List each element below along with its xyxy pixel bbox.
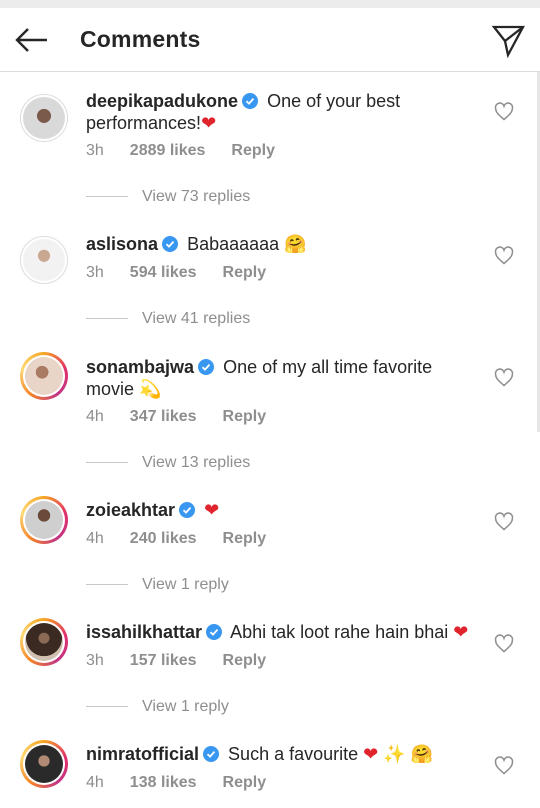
timestamp: 3h <box>86 652 104 669</box>
likes-count[interactable]: 594 likes <box>130 264 197 281</box>
emoji: 💫 <box>139 379 162 399</box>
comment-body: Babaaaaaa <box>187 234 280 254</box>
verified-badge-icon <box>162 236 179 252</box>
username[interactable]: sonambajwa <box>86 357 194 377</box>
verified-badge-icon <box>203 746 220 762</box>
view-replies-label[interactable]: View 1 reply <box>142 576 229 593</box>
heart-outline-icon[interactable] <box>494 368 514 388</box>
verified-badge-icon <box>198 359 215 375</box>
view-replies[interactable]: View 41 replies <box>86 310 250 328</box>
view-replies-label[interactable]: View 1 reply <box>142 698 229 715</box>
username[interactable]: zoieakhtar <box>86 500 175 520</box>
verified-badge-icon <box>242 93 259 109</box>
likes-count[interactable]: 2889 likes <box>130 142 206 159</box>
emoji: ❤ ✨ 🤗 <box>363 744 434 764</box>
heart-outline-icon[interactable] <box>494 102 514 122</box>
verified-badge-icon <box>179 502 196 518</box>
comment-body: Such a favourite <box>228 744 359 764</box>
likes-count[interactable]: 157 likes <box>130 652 197 669</box>
avatar[interactable] <box>20 618 68 666</box>
username[interactable]: nimratofficial <box>86 744 199 764</box>
comment-meta: 4h 347 likes Reply <box>86 408 292 426</box>
username[interactable]: deepikapadukone <box>86 91 238 111</box>
heart-outline-icon[interactable] <box>494 246 514 266</box>
comment-text: deepikapadukone One of your best perform… <box>86 90 476 134</box>
avatar[interactable] <box>20 740 68 788</box>
reply-button[interactable]: Reply <box>223 264 267 281</box>
view-replies-label[interactable]: View 13 replies <box>142 454 250 471</box>
timestamp: 4h <box>86 408 104 425</box>
timestamp: 3h <box>86 264 104 281</box>
view-replies[interactable]: View 73 replies <box>86 188 250 206</box>
divider-line <box>86 462 128 464</box>
divider-line <box>86 318 128 320</box>
reply-button[interactable]: Reply <box>223 408 267 425</box>
view-replies[interactable]: View 1 reply <box>86 576 229 594</box>
emoji: 🤗 <box>284 234 307 254</box>
direct-share-button[interactable] <box>490 22 526 59</box>
arrow-left-icon <box>15 28 47 52</box>
heart-outline-icon[interactable] <box>494 512 514 532</box>
status-strip <box>0 0 540 8</box>
comment-text: sonambajwa One of my all time favorite m… <box>86 356 476 400</box>
username[interactable]: aslisona <box>86 234 158 254</box>
likes-count[interactable]: 347 likes <box>130 408 197 425</box>
comment-text: aslisona Babaaaaaa 🤗 <box>86 233 476 255</box>
emoji: ❤ <box>204 500 220 520</box>
emoji: ❤ <box>453 622 469 642</box>
comment-body: Abhi tak loot rahe hain bhai <box>230 622 449 642</box>
avatar[interactable] <box>20 496 68 544</box>
reply-button[interactable]: Reply <box>223 652 267 669</box>
comment-meta: 3h 2889 likes Reply <box>86 142 301 160</box>
view-replies-label[interactable]: View 73 replies <box>142 188 250 205</box>
comment-text: nimratofficial Such a favourite ❤ ✨ 🤗 <box>86 743 476 765</box>
view-replies-label[interactable]: View 41 replies <box>142 310 250 327</box>
timestamp: 4h <box>86 774 104 791</box>
emoji: ❤ <box>201 113 217 133</box>
comment-text: issahilkhattar Abhi tak loot rahe hain b… <box>86 621 476 643</box>
likes-count[interactable]: 138 likes <box>130 774 197 791</box>
avatar[interactable] <box>20 236 68 284</box>
timestamp: 3h <box>86 142 104 159</box>
timestamp: 4h <box>86 530 104 547</box>
divider-line <box>86 196 128 198</box>
divider-line <box>86 706 128 708</box>
comment-meta: 4h 240 likes Reply <box>86 530 292 548</box>
reply-button[interactable]: Reply <box>223 530 267 547</box>
paper-plane-icon <box>491 25 525 59</box>
comment-meta: 3h 157 likes Reply <box>86 652 292 670</box>
likes-count[interactable]: 240 likes <box>130 530 197 547</box>
heart-outline-icon[interactable] <box>494 634 514 654</box>
divider-line <box>86 584 128 586</box>
reply-button[interactable]: Reply <box>231 142 275 159</box>
verified-badge-icon <box>206 624 223 640</box>
comment-text: zoieakhtar ❤ <box>86 499 476 521</box>
view-replies[interactable]: View 13 replies <box>86 454 250 472</box>
page-title: Comments <box>80 26 201 52</box>
reply-button[interactable]: Reply <box>223 774 267 791</box>
view-replies[interactable]: View 1 reply <box>86 698 229 716</box>
heart-outline-icon[interactable] <box>494 756 514 776</box>
header: Comments <box>0 8 540 72</box>
comment-meta: 3h 594 likes Reply <box>86 264 292 282</box>
back-button[interactable] <box>12 22 52 58</box>
avatar[interactable] <box>20 94 68 142</box>
avatar[interactable] <box>20 352 68 400</box>
comment-meta: 4h 138 likes Reply <box>86 774 292 792</box>
username[interactable]: issahilkhattar <box>86 622 202 642</box>
